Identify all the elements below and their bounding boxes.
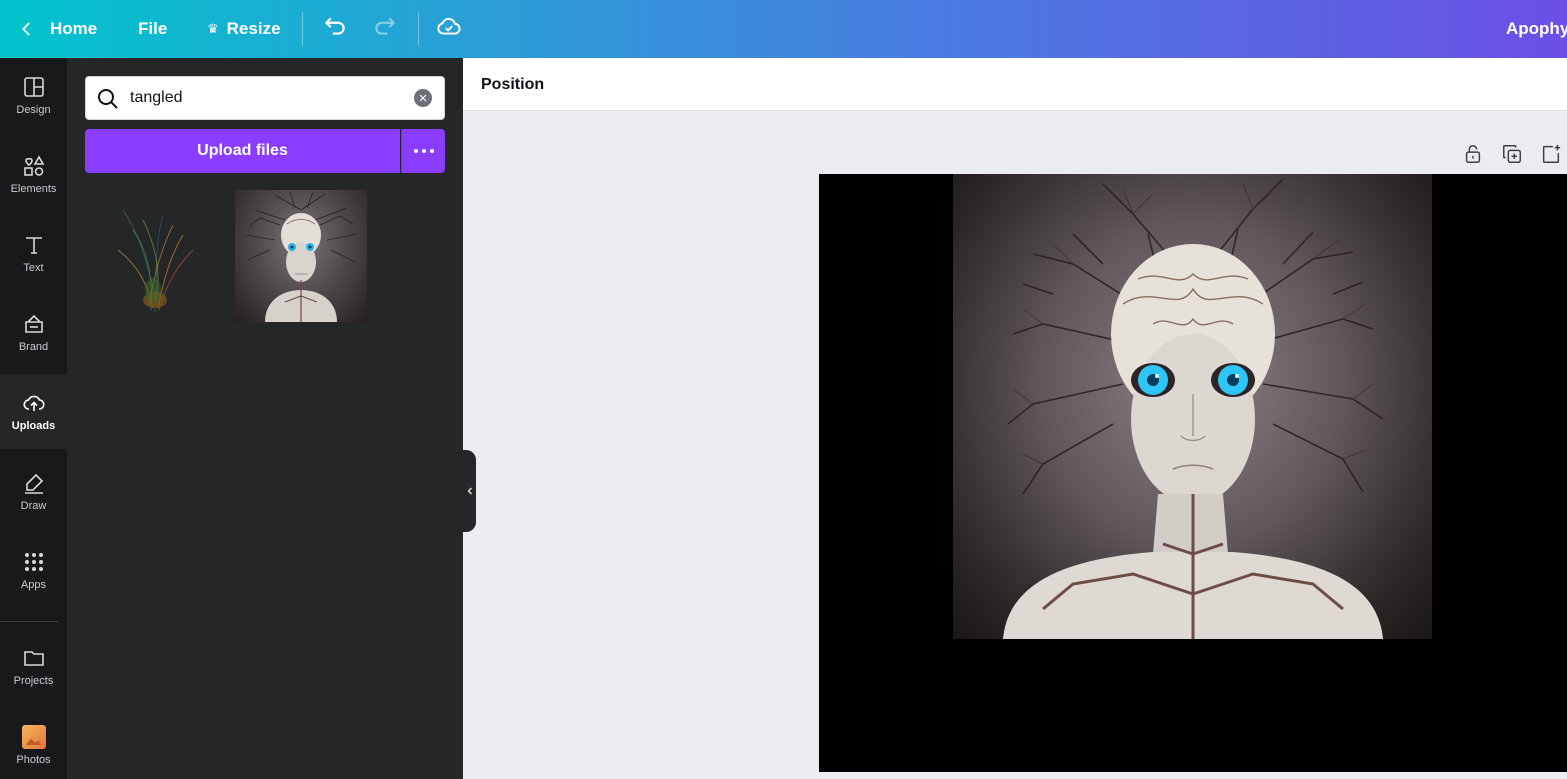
rail-item-draw[interactable]: Draw [0, 454, 67, 529]
rail-item-label: Uploads [11, 420, 56, 432]
rail-item-brand[interactable]: Brand [0, 295, 67, 370]
search-icon [98, 89, 118, 109]
file-menu-button[interactable]: File [138, 0, 167, 58]
left-rail: Design Elements Text Brand Uploads Draw … [0, 58, 67, 779]
lock-page-icon[interactable] [1462, 143, 1484, 165]
chevron-left-icon [466, 487, 472, 495]
upload-thumbnail[interactable] [103, 190, 203, 322]
rail-item-label: Draw [20, 500, 47, 512]
search-input[interactable] [130, 77, 400, 119]
cloud-upload-icon [22, 395, 45, 411]
rail-item-text[interactable]: Text [0, 216, 67, 291]
rail-item-apps[interactable]: Apps [0, 533, 67, 608]
rail-item-label: Text [23, 262, 44, 274]
more-dot [429, 149, 434, 153]
undo-icon[interactable] [322, 13, 348, 39]
rail-item-uploads[interactable]: Uploads [0, 374, 67, 449]
layout-icon [23, 77, 44, 97]
rail-item-elements[interactable]: Elements [0, 137, 67, 212]
context-toolbar: Position [463, 58, 1567, 111]
duplicate-page-icon[interactable] [1501, 143, 1523, 165]
position-button[interactable]: Position [481, 58, 544, 111]
cloud-saved-icon[interactable] [436, 13, 462, 39]
shapes-icon [23, 155, 44, 176]
tangled-portrait-artwork [1003, 178, 1384, 639]
top-bar: Home File ♛ Resize Apophys [0, 0, 1567, 58]
home-button[interactable]: Home [18, 0, 97, 58]
toolbar-divider [418, 12, 419, 46]
home-label: Home [50, 19, 98, 38]
crown-icon: ♛ [207, 21, 219, 36]
more-dot [413, 149, 418, 153]
rail-item-label: Projects [13, 675, 54, 687]
rail-item-photos[interactable]: Photos [0, 708, 67, 779]
rail-item-label: Apps [20, 579, 47, 591]
clear-search-icon[interactable]: ✕ [414, 89, 432, 107]
upload-thumbnail[interactable] [235, 190, 367, 322]
resize-label: Resize [226, 19, 281, 38]
rail-item-label: Brand [18, 341, 49, 353]
rail-item-projects[interactable]: Projects [0, 629, 67, 704]
tangled-portrait-image [244, 191, 358, 322]
design-page[interactable] [819, 174, 1567, 772]
rail-item-design[interactable]: Design [0, 58, 67, 133]
upload-files-button[interactable]: Upload files [85, 129, 400, 173]
folder-icon [23, 651, 44, 666]
design-title[interactable]: Apophys [1506, 0, 1567, 58]
chevron-left-icon [21, 22, 30, 36]
grid-icon [24, 553, 43, 571]
more-options-button[interactable] [401, 129, 445, 173]
rail-item-label: Photos [16, 754, 51, 766]
rail-item-label: Elements [10, 183, 57, 195]
toolbar-divider [302, 12, 303, 46]
search-box[interactable]: ✕ [85, 76, 445, 120]
photos-icon [21, 725, 46, 749]
more-dot [421, 149, 426, 153]
collapse-panel-button[interactable] [463, 450, 476, 532]
text-icon [25, 237, 42, 254]
pen-icon [24, 473, 43, 494]
rail-item-label: Design [16, 104, 51, 116]
abstract-swirl-image [117, 209, 194, 313]
redo-icon[interactable] [372, 13, 398, 39]
brand-icon [24, 314, 43, 333]
add-page-icon[interactable] [1540, 143, 1562, 165]
uploads-panel: ✕ Upload files [67, 58, 463, 779]
resize-button[interactable]: ♛ Resize [207, 0, 281, 58]
rail-divider [0, 621, 58, 622]
canvas-image[interactable] [953, 174, 1432, 639]
